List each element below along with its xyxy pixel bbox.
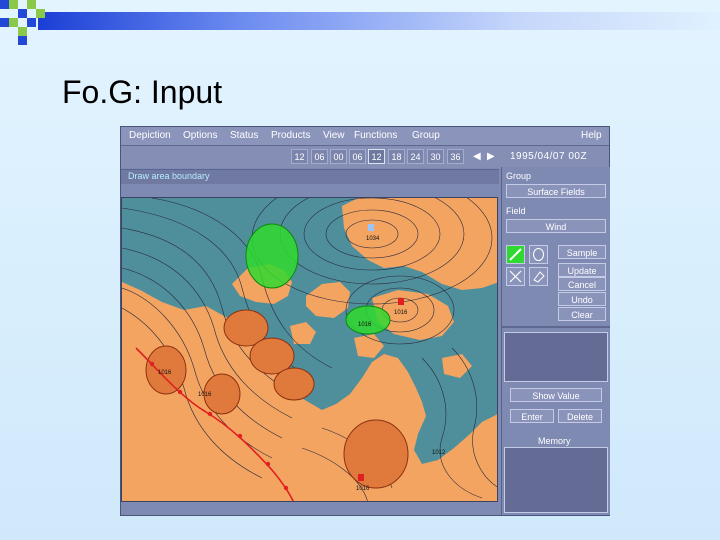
pressure-label: 1016	[394, 310, 408, 316]
update-button[interactable]: Update	[558, 263, 606, 277]
group-select[interactable]: Surface Fields	[506, 184, 606, 198]
front-marker	[177, 389, 183, 395]
front-marker	[283, 485, 289, 491]
menu-status[interactable]: Status	[230, 130, 258, 141]
menu-options[interactable]: Options	[183, 130, 217, 141]
low-pressure-marker	[358, 474, 364, 481]
hour-button[interactable]: 24	[407, 149, 424, 164]
hour-button[interactable]: 30	[427, 149, 444, 164]
menu-products[interactable]: Products	[271, 130, 310, 141]
scissors-tool-icon[interactable]	[506, 267, 525, 286]
status-message: Draw area boundary	[128, 171, 210, 181]
decor-square	[27, 18, 36, 27]
menu-view[interactable]: View	[323, 130, 345, 141]
status-bar: Draw area boundary	[121, 169, 499, 184]
pressure-label: 1012	[432, 450, 446, 456]
decor-square	[36, 9, 45, 18]
draw-pen-tool-icon[interactable]	[506, 245, 525, 264]
hour-button[interactable]: 06	[311, 149, 328, 164]
weather-map[interactable]: 1034 1016 1016 1012 1016 1016 1016	[121, 197, 498, 502]
front-marker	[237, 433, 243, 439]
decor-square	[9, 18, 18, 27]
step-forward-arrow-icon[interactable]: ▶	[487, 151, 495, 162]
cancel-button[interactable]: Cancel	[558, 277, 606, 291]
field-select[interactable]: Wind	[506, 219, 606, 233]
hour-button[interactable]: 12	[291, 149, 308, 164]
panel-divider	[502, 326, 610, 328]
slide-title: Fo.G: Input	[62, 74, 223, 110]
high-pressure-marker	[368, 224, 374, 231]
value-display-panel	[504, 332, 608, 382]
hour-button[interactable]: 36	[447, 149, 464, 164]
front-marker	[149, 361, 155, 367]
pressure-label: 1034	[366, 236, 380, 242]
group-label: Group	[506, 171, 532, 181]
decor-square	[18, 9, 27, 18]
sample-button[interactable]: Sample	[558, 245, 606, 259]
menu-group[interactable]: Group	[412, 130, 440, 141]
undo-button[interactable]: Undo	[558, 292, 606, 306]
decor-square	[9, 0, 18, 9]
pressure-label: 1016	[158, 370, 172, 376]
pressure-label: 1016	[198, 392, 212, 398]
decor-square	[0, 18, 9, 27]
time-toolbar: 12 06 00 06 12 18 24 30 36 ◀ ▶ 1995/04/0…	[121, 146, 609, 168]
low-pressure-marker	[398, 298, 404, 305]
menu-help[interactable]: Help	[581, 130, 602, 141]
field-label: Field	[506, 206, 526, 216]
enter-button[interactable]: Enter	[510, 409, 554, 423]
menu-functions[interactable]: Functions	[354, 130, 397, 141]
selection-area[interactable]	[245, 223, 299, 289]
header-gradient-bar	[38, 12, 720, 30]
forecast-app-window: Depiction Options Status Products View F…	[120, 126, 610, 516]
decor-square	[0, 0, 9, 9]
hour-button-active[interactable]: 12	[368, 149, 385, 164]
decor-square	[18, 36, 27, 45]
control-panel: Group Surface Fields Field Wind Sample U…	[501, 167, 610, 515]
valid-datetime: 1995/04/07 00Z	[510, 151, 588, 162]
hour-button[interactable]: 18	[388, 149, 405, 164]
clear-button[interactable]: Clear	[558, 307, 606, 321]
front-marker	[207, 411, 213, 417]
front-marker	[265, 461, 271, 467]
map-canvas[interactable]: 1034 1016 1016 1012 1016 1016 1016	[122, 198, 498, 502]
memory-panel[interactable]	[504, 447, 608, 513]
hatched-region	[343, 419, 409, 489]
pressure-label: 1016	[356, 486, 370, 492]
selection-area[interactable]	[345, 305, 391, 335]
pressure-label: 1016	[358, 322, 372, 328]
show-value-button[interactable]: Show Value	[510, 388, 602, 402]
decor-square	[18, 27, 27, 36]
hatched-region	[273, 367, 315, 401]
lasso-tool-icon[interactable]	[529, 245, 548, 264]
slide-decoration	[0, 0, 720, 50]
step-back-arrow-icon[interactable]: ◀	[473, 151, 481, 162]
decor-square	[27, 0, 36, 9]
delete-button[interactable]: Delete	[558, 409, 602, 423]
menu-bar: Depiction Options Status Products View F…	[121, 127, 609, 146]
hour-button[interactable]: 06	[349, 149, 366, 164]
memory-label: Memory	[538, 436, 571, 446]
menu-depiction[interactable]: Depiction	[129, 130, 171, 141]
hour-button[interactable]: 00	[330, 149, 347, 164]
eraser-tool-icon[interactable]	[529, 267, 548, 286]
